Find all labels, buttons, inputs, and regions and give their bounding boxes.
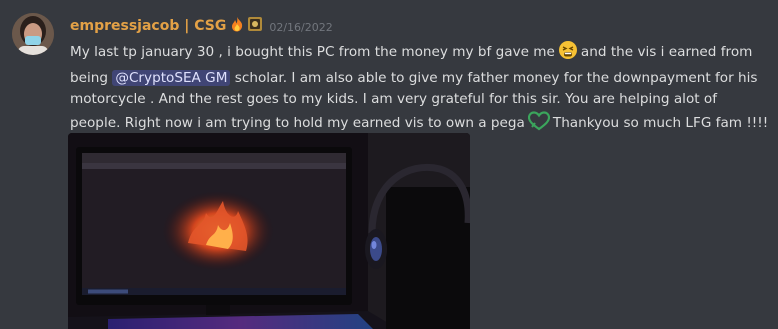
pc-setup-photo bbox=[68, 133, 470, 329]
username[interactable]: empressjacob | CSG bbox=[70, 18, 226, 34]
message-text: My last tp january 30 , i bought this PC… bbox=[70, 44, 555, 60]
message-line-1: My last tp january 30 , i bought this PC… bbox=[70, 40, 770, 68]
avatar-photo bbox=[12, 13, 54, 55]
message-text: Thankyou so much LFG fam !!!! bbox=[552, 114, 769, 131]
message-header: empressjacob | CSG 02/16/2022 bbox=[70, 15, 333, 37]
message-text: being bbox=[70, 69, 109, 86]
avatar[interactable] bbox=[12, 13, 54, 55]
badge-icon bbox=[247, 16, 263, 36]
tired-face-emoji[interactable] bbox=[558, 40, 578, 68]
message-text: people. Right now i am trying to hold my… bbox=[70, 114, 525, 131]
timestamp: 02/16/2022 bbox=[269, 20, 333, 34]
message-line-2: being @CryptoSEA GM scholar. I am also a… bbox=[70, 68, 770, 90]
message-line-3: motorcycle . And the rest goes to my kid… bbox=[70, 91, 718, 107]
message-text: and the vis i earned from bbox=[580, 44, 753, 60]
image-attachment[interactable] bbox=[68, 133, 470, 329]
mention-cryptosea-gm[interactable]: @CryptoSEA GM bbox=[112, 69, 231, 86]
message-content: My last tp january 30 , i bought this PC… bbox=[70, 40, 770, 138]
chat-message: empressjacob | CSG 02/16/2022 My last tp… bbox=[0, 0, 778, 329]
message-text: scholar. I am also able to give my fathe… bbox=[234, 69, 758, 86]
green-heart-emoji[interactable] bbox=[527, 110, 550, 139]
flame-icon bbox=[230, 16, 244, 36]
